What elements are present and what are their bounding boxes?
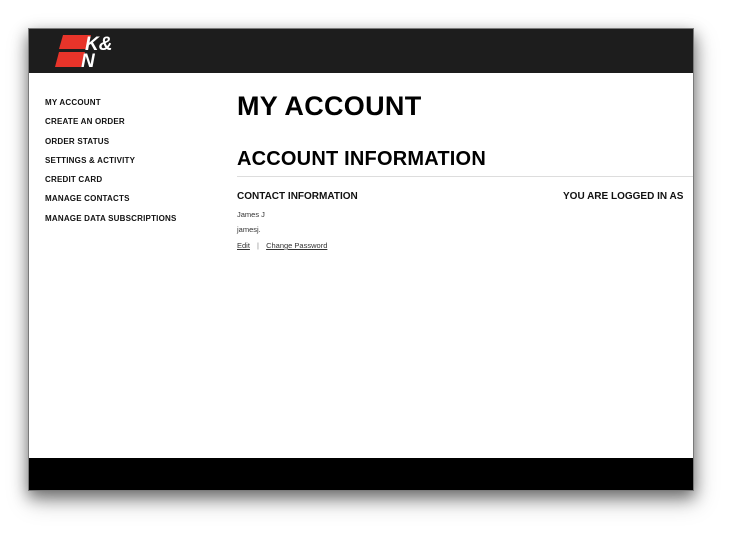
logged-in-as-heading: YOU ARE LOGGED IN AS — [563, 191, 684, 202]
change-password-link[interactable]: Change Password — [266, 241, 327, 250]
sidebar-item-credit-card[interactable]: CREDIT CARD — [45, 173, 225, 192]
section-title: ACCOUNT INFORMATION — [237, 148, 486, 170]
site-footer — [29, 458, 693, 490]
section-divider — [237, 176, 693, 177]
sidebar-item-manage-data-subscriptions[interactable]: MANAGE DATA SUBSCRIPTIONS — [45, 212, 225, 231]
site-header: K& N — [29, 29, 693, 73]
account-sidebar: MY ACCOUNT CREATE AN ORDER ORDER STATUS … — [45, 96, 225, 231]
sidebar-item-my-account[interactable]: MY ACCOUNT — [45, 96, 225, 115]
contact-name: James J — [237, 210, 265, 219]
main-content: MY ACCOUNT ACCOUNT INFORMATION CONTACT I… — [237, 89, 693, 250]
contact-information-heading: CONTACT INFORMATION — [237, 191, 358, 202]
contact-actions: Edit | Change Password — [237, 241, 327, 250]
sidebar-item-manage-contacts[interactable]: MANAGE CONTACTS — [45, 192, 225, 211]
logo-text-bottom: N — [81, 51, 96, 69]
edit-link[interactable]: Edit — [237, 241, 250, 250]
sidebar-item-create-order[interactable]: CREATE AN ORDER — [45, 115, 225, 134]
kn-logo[interactable]: K& N — [55, 33, 129, 69]
link-separator: | — [257, 241, 259, 250]
contact-username: jamesj. — [237, 225, 261, 234]
page-title: MY ACCOUNT — [237, 91, 422, 121]
sidebar-item-settings-activity[interactable]: SETTINGS & ACTIVITY — [45, 154, 225, 173]
sidebar-item-order-status[interactable]: ORDER STATUS — [45, 135, 225, 154]
browser-window: K& N MY ACCOUNT CREATE AN ORDER ORDER ST… — [28, 28, 694, 491]
